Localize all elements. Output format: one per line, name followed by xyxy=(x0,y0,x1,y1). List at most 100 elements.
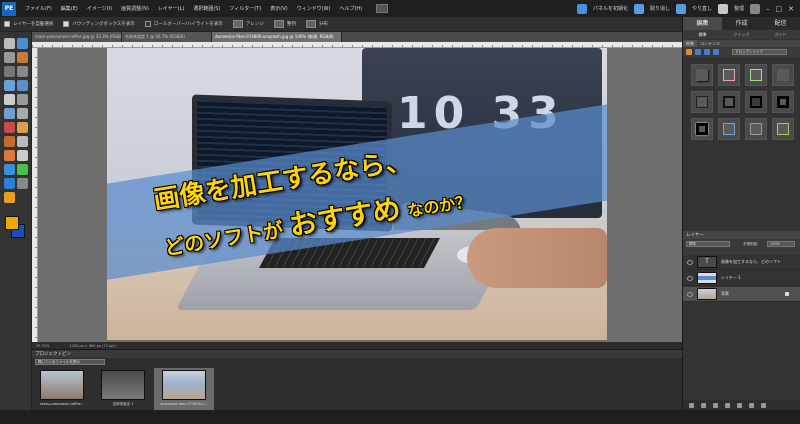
new-group-icon[interactable] xyxy=(701,402,706,408)
undo-icon[interactable] xyxy=(633,3,644,14)
organizer-label[interactable]: 整理 xyxy=(734,5,744,12)
zoom-tool-icon[interactable] xyxy=(17,38,28,49)
visibility-eye-icon[interactable] xyxy=(687,275,693,281)
link-layers-icon[interactable] xyxy=(725,402,730,408)
menu-edit[interactable]: 編集(E) xyxy=(61,5,78,12)
photo-effects-icon[interactable] xyxy=(704,49,710,55)
reset-panels-label[interactable]: パネルを初期化 xyxy=(593,5,628,12)
straighten-tool-icon[interactable] xyxy=(17,108,28,119)
maximize-icon[interactable]: □ xyxy=(776,5,783,13)
quick-selection-tool-icon[interactable] xyxy=(17,80,28,91)
foreground-color-swatch[interactable] xyxy=(5,216,19,230)
tab-guided-edit[interactable]: ガイド xyxy=(761,30,800,39)
close-icon[interactable]: ✕ xyxy=(788,5,794,13)
layer-row-background[interactable]: 背景 xyxy=(683,287,800,302)
style-swatch[interactable] xyxy=(718,64,740,86)
style-swatch[interactable] xyxy=(691,118,713,140)
shape-tool-icon[interactable] xyxy=(4,192,15,203)
distribute-option[interactable]: 分布 xyxy=(305,20,328,28)
tab-create[interactable]: 作成 xyxy=(722,17,761,30)
tab-content[interactable]: コンテンツ xyxy=(697,40,723,47)
redo-icon[interactable] xyxy=(675,3,686,14)
arrange-option[interactable]: アレンジ xyxy=(232,20,264,28)
clone-stamp-tool-icon[interactable] xyxy=(4,136,15,147)
screen-mode-icon[interactable] xyxy=(376,4,389,13)
document-tab-2[interactable]: 名称未設定 1 @ 66.7% (RGB/8) xyxy=(122,32,212,42)
healing-brush-tool-icon[interactable] xyxy=(17,122,28,133)
blend-mode-select[interactable]: 標準 xyxy=(686,241,730,247)
project-bin-item[interactable]: mass-prossumer-coffee... xyxy=(32,368,92,411)
adjustment-layer-icon[interactable] xyxy=(713,402,718,408)
menu-filter[interactable]: フィルター(T) xyxy=(229,5,261,12)
redo-label[interactable]: やり直し xyxy=(692,5,712,12)
minimize-icon[interactable]: – xyxy=(766,5,770,13)
gradient-tool-icon[interactable] xyxy=(17,164,28,175)
menu-view[interactable]: 表示(V) xyxy=(270,5,287,12)
bounding-box-checkbox[interactable] xyxy=(63,21,70,27)
zoom-readout[interactable]: 33.33% xyxy=(36,344,49,348)
tab-effects[interactable]: 効果 xyxy=(683,40,697,47)
style-swatch[interactable] xyxy=(772,91,794,113)
magic-wand-tool-icon[interactable] xyxy=(4,80,15,91)
style-swatch[interactable] xyxy=(772,64,794,86)
undo-label[interactable]: 取り消し xyxy=(650,5,670,12)
crop-tool-icon[interactable] xyxy=(17,94,28,105)
lasso-tool-icon[interactable] xyxy=(17,66,28,77)
project-bin-item[interactable]: 名称未設定 1 xyxy=(93,368,153,411)
filters-icon[interactable] xyxy=(686,49,692,55)
visibility-eye-icon[interactable] xyxy=(687,259,693,265)
reset-panels-icon[interactable] xyxy=(576,3,587,14)
style-swatch[interactable] xyxy=(691,64,713,86)
cookie-cutter-tool-icon[interactable] xyxy=(4,108,15,119)
project-bin-filter-select[interactable]: 開いているファイルを表示 xyxy=(35,359,105,365)
brush-tool-icon[interactable] xyxy=(4,150,15,161)
lock-transparency-icon[interactable] xyxy=(737,402,742,408)
align-option[interactable]: 整列 xyxy=(273,20,296,28)
tab-full-edit[interactable]: 標準 xyxy=(683,30,722,39)
menu-enhance[interactable]: 画質調整(N) xyxy=(121,5,149,12)
menu-window[interactable]: ウィンドウ(W) xyxy=(297,5,331,12)
red-eye-tool-icon[interactable] xyxy=(4,122,15,133)
visibility-eye-icon[interactable] xyxy=(687,291,693,297)
auto-select-checkbox[interactable] xyxy=(4,21,10,27)
style-swatch[interactable] xyxy=(718,118,740,140)
layer-styles-icon[interactable] xyxy=(695,49,701,55)
sponge-tool-icon[interactable] xyxy=(17,178,28,189)
rollover-option[interactable]: ロールオーバー/ハイライトを表示 xyxy=(144,21,223,27)
document-tab-1[interactable]: mass-prossumer-coffee.jpg @ 33.3% (RGB/8… xyxy=(32,32,122,42)
style-swatch[interactable] xyxy=(718,91,740,113)
show-all-icon[interactable] xyxy=(713,49,719,55)
hand-tool-icon[interactable] xyxy=(4,52,15,63)
tab-share[interactable]: 配信 xyxy=(761,17,800,30)
document-tab-3[interactable]: dumenico-fdes-074800-unsplash.jpg @ 100%… xyxy=(212,32,342,42)
style-swatch[interactable] xyxy=(691,91,713,113)
tab-edit[interactable]: 編集 xyxy=(683,17,722,30)
menu-layer[interactable]: レイヤー(L) xyxy=(158,5,185,12)
delete-layer-icon[interactable] xyxy=(761,402,766,408)
opacity-field[interactable]: 100% xyxy=(767,241,795,247)
menu-help[interactable]: ヘルプ(H) xyxy=(339,5,362,12)
eraser-tool-icon[interactable] xyxy=(17,150,28,161)
menu-file[interactable]: ファイル(F) xyxy=(25,5,52,12)
menu-select[interactable]: 選択範囲(S) xyxy=(193,5,220,12)
blur-tool-icon[interactable] xyxy=(4,178,15,189)
auto-select-option[interactable]: レイヤーを自動選択 xyxy=(4,21,53,27)
effects-category-select[interactable]: ドロップシャドウ xyxy=(732,49,787,55)
canvas-area[interactable]: 10 33 画像を加工するなら、 どのソフトが おすすめ なのか？ xyxy=(32,42,682,342)
lock-all-icon[interactable] xyxy=(749,402,754,408)
tab-quick-edit[interactable]: クイック xyxy=(722,30,761,39)
organizer-icon[interactable] xyxy=(717,3,728,14)
bounding-box-option[interactable]: バウンディングボックスを表示 xyxy=(63,21,135,27)
type-tool-icon[interactable] xyxy=(4,94,15,105)
home-icon[interactable] xyxy=(750,3,760,14)
style-swatch[interactable] xyxy=(745,118,767,140)
style-swatch[interactable] xyxy=(772,118,794,140)
rollover-checkbox[interactable] xyxy=(144,21,151,27)
eyedropper-tool-icon[interactable] xyxy=(17,52,28,63)
pencil-tool-icon[interactable] xyxy=(17,136,28,147)
document-image[interactable]: 10 33 画像を加工するなら、 どのソフトが おすすめ なのか？ xyxy=(107,48,607,340)
move-tool-icon[interactable] xyxy=(4,38,15,49)
project-bin-item-active[interactable]: dumenico-fdes-074800-u... xyxy=(154,368,214,411)
layer-row-band[interactable]: レイヤー 1 xyxy=(683,271,800,286)
layer-row-text[interactable]: T 画像を加工するなら、どのソフト xyxy=(683,255,800,270)
